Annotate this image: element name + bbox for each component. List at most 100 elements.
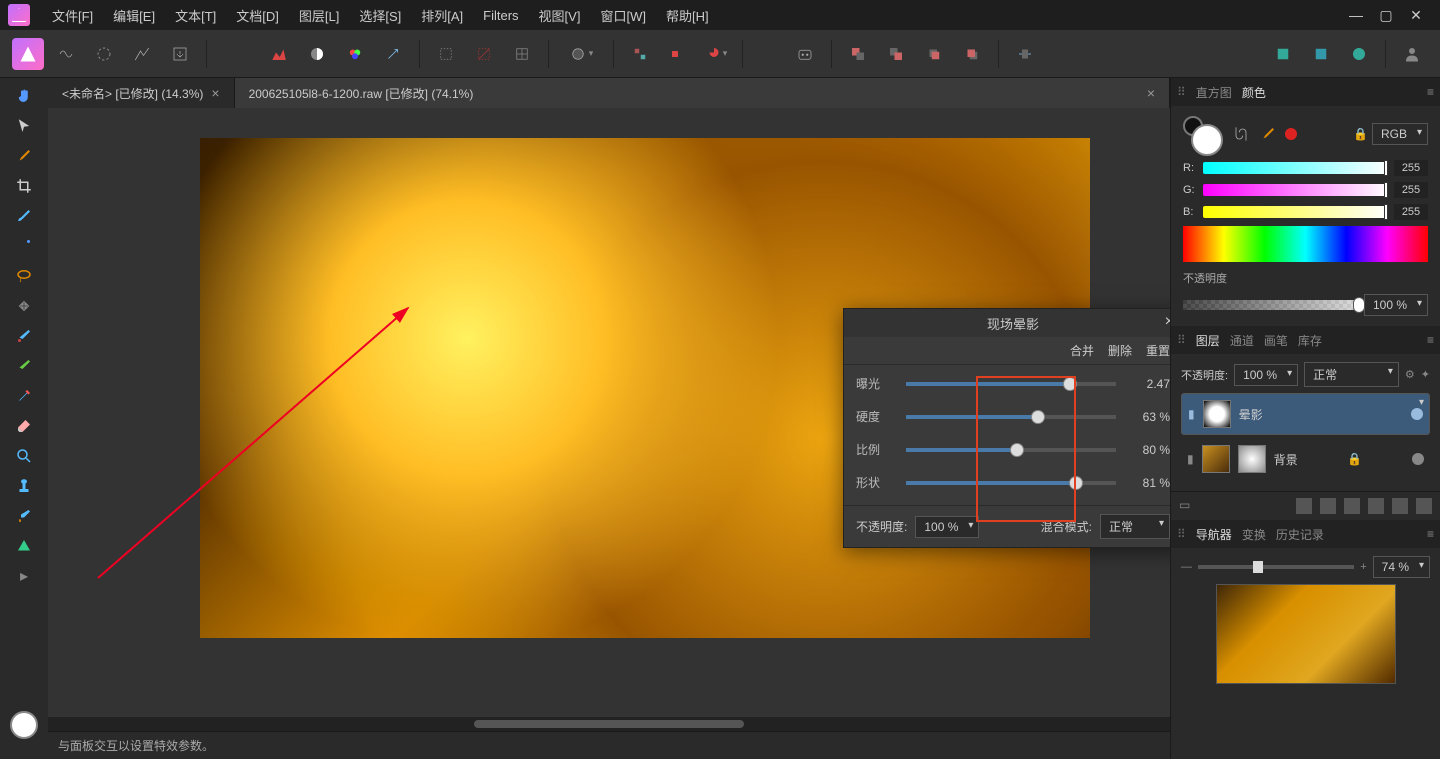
tab-layers[interactable]: 图层 bbox=[1196, 332, 1220, 349]
persona-liquify[interactable] bbox=[50, 38, 82, 70]
foreground-color[interactable] bbox=[10, 711, 38, 739]
menu-filters[interactable]: Filters bbox=[473, 0, 528, 30]
selection-grid-button[interactable] bbox=[506, 38, 538, 70]
inpaint-tool[interactable] bbox=[6, 322, 42, 350]
auto-colors-button[interactable] bbox=[339, 38, 371, 70]
healing-tool[interactable] bbox=[6, 292, 42, 320]
close-icon[interactable]: × bbox=[1147, 85, 1155, 101]
close-window-button[interactable]: ✕ bbox=[1408, 7, 1424, 23]
reset-button[interactable]: 重置 bbox=[1146, 342, 1170, 359]
tab-color[interactable]: 颜色 bbox=[1242, 84, 1266, 101]
add-layer-button[interactable] bbox=[1267, 38, 1299, 70]
g-slider[interactable] bbox=[1203, 184, 1388, 196]
auto-wb-button[interactable] bbox=[377, 38, 409, 70]
add-layer-icon[interactable] bbox=[1392, 498, 1408, 514]
close-icon[interactable]: × bbox=[1165, 313, 1170, 331]
panel-menu-icon[interactable]: ≡ bbox=[1427, 527, 1434, 541]
stamp-tool[interactable] bbox=[6, 472, 42, 500]
panel-menu-icon[interactable]: ≡ bbox=[1427, 333, 1434, 347]
menu-file[interactable]: 文件[F] bbox=[42, 0, 103, 30]
color-mode-select[interactable]: RGB bbox=[1372, 123, 1428, 145]
add-mask-button[interactable] bbox=[1305, 38, 1337, 70]
fx-icon[interactable] bbox=[1344, 498, 1360, 514]
zoom-value[interactable]: 74 % bbox=[1373, 556, 1430, 578]
fx-icon[interactable]: ✦ bbox=[1421, 368, 1430, 381]
arrange-backward-button[interactable] bbox=[956, 38, 988, 70]
menu-text[interactable]: 文本[T] bbox=[165, 0, 226, 30]
account-button[interactable] bbox=[1396, 38, 1428, 70]
tab-transform[interactable]: 变换 bbox=[1242, 526, 1266, 543]
lock-icon[interactable]: 🔒 bbox=[1347, 452, 1362, 466]
lock-icon[interactable]: 🔒 bbox=[1353, 127, 1368, 141]
menu-select[interactable]: 选择[S] bbox=[349, 0, 411, 30]
swap-colors-icon[interactable] bbox=[1231, 124, 1251, 144]
hardness-slider[interactable] bbox=[906, 415, 1116, 419]
brush-tool[interactable] bbox=[6, 202, 42, 230]
close-icon[interactable]: × bbox=[211, 85, 219, 101]
menu-layer[interactable]: 图层[L] bbox=[289, 0, 349, 30]
delete-button[interactable]: 删除 bbox=[1108, 342, 1132, 359]
crop-tool[interactable] bbox=[6, 172, 42, 200]
group-icon[interactable] bbox=[1368, 498, 1384, 514]
maximize-button[interactable]: ▢ bbox=[1378, 7, 1394, 23]
r-slider[interactable] bbox=[1203, 162, 1388, 174]
document-tab-1[interactable]: <未命名> [已修改] (14.3%) × bbox=[48, 78, 235, 108]
blend-mode-select[interactable]: 正常 bbox=[1100, 514, 1170, 539]
persona-develop[interactable] bbox=[88, 38, 120, 70]
auto-contrast-button[interactable] bbox=[301, 38, 333, 70]
selection-invert-button[interactable] bbox=[468, 38, 500, 70]
quick-mask-button[interactable]: ▾ bbox=[559, 38, 603, 70]
tab-brushes[interactable]: 画笔 bbox=[1264, 332, 1288, 349]
color-picker-tool[interactable] bbox=[6, 142, 42, 170]
move-tool[interactable] bbox=[6, 112, 42, 140]
layer-toggle-icon[interactable]: ▮ bbox=[1187, 452, 1194, 466]
snap-toggle-button[interactable]: ▾ bbox=[700, 38, 732, 70]
adjustment-icon[interactable] bbox=[1320, 498, 1336, 514]
menu-view[interactable]: 视图[V] bbox=[529, 0, 591, 30]
opacity-select[interactable]: 100 % bbox=[915, 516, 979, 538]
menu-document[interactable]: 文档[D] bbox=[226, 0, 289, 30]
menu-edit[interactable]: 编辑[E] bbox=[103, 0, 165, 30]
assistant-button[interactable] bbox=[789, 38, 821, 70]
arrange-forward-button[interactable] bbox=[918, 38, 950, 70]
opacity-slider[interactable] bbox=[1183, 300, 1356, 310]
zoom-in-icon[interactable]: + bbox=[1360, 561, 1366, 573]
layer-filter-icon[interactable]: ▭ bbox=[1179, 498, 1190, 514]
tab-history[interactable]: 历史记录 bbox=[1276, 526, 1324, 543]
add-fill-button[interactable] bbox=[1343, 38, 1375, 70]
persona-export[interactable] bbox=[164, 38, 196, 70]
sharpen-tool[interactable] bbox=[6, 382, 42, 410]
layer-opacity-select[interactable]: 100 % bbox=[1234, 364, 1298, 386]
gear-icon[interactable]: ⚙ bbox=[1405, 368, 1415, 381]
lasso-tool[interactable] bbox=[6, 262, 42, 290]
r-value[interactable]: 255 bbox=[1394, 160, 1428, 176]
tab-channels[interactable]: 通道 bbox=[1230, 332, 1254, 349]
b-slider[interactable] bbox=[1203, 206, 1388, 218]
selection-rect-button[interactable] bbox=[430, 38, 462, 70]
menu-window[interactable]: 窗口[W] bbox=[590, 0, 656, 30]
zoom-slider[interactable] bbox=[1198, 565, 1354, 569]
layer-toggle-icon[interactable]: ▮ bbox=[1188, 407, 1195, 421]
layer-item-vignette[interactable]: ▮ 晕影 bbox=[1181, 393, 1430, 435]
eraser-tool[interactable] bbox=[6, 412, 42, 440]
eyedropper-icon[interactable] bbox=[1259, 125, 1277, 143]
persona-tone[interactable] bbox=[126, 38, 158, 70]
layer-item-background[interactable]: ▮ 背景 🔒 bbox=[1181, 439, 1430, 479]
menu-help[interactable]: 帮助[H] bbox=[656, 0, 719, 30]
align-button[interactable] bbox=[1009, 38, 1041, 70]
paint-tool[interactable] bbox=[6, 502, 42, 530]
shape-slider[interactable] bbox=[906, 481, 1116, 485]
panel-menu-icon[interactable]: ≡ bbox=[1427, 85, 1434, 99]
layer-blend-select[interactable]: 正常 bbox=[1304, 362, 1399, 387]
menu-arrange[interactable]: 排列[A] bbox=[411, 0, 473, 30]
b-value[interactable]: 255 bbox=[1394, 204, 1428, 220]
snap-button[interactable] bbox=[624, 38, 656, 70]
hue-strip[interactable] bbox=[1183, 226, 1428, 262]
mesh-tool[interactable] bbox=[6, 532, 42, 560]
force-pixel-button[interactable] bbox=[662, 38, 694, 70]
g-value[interactable]: 255 bbox=[1394, 182, 1428, 198]
horizontal-scrollbar[interactable] bbox=[48, 717, 1170, 731]
persona-photo[interactable] bbox=[12, 38, 44, 70]
tab-stock[interactable]: 库存 bbox=[1298, 332, 1322, 349]
more-tools[interactable]: ▸ bbox=[6, 562, 42, 590]
